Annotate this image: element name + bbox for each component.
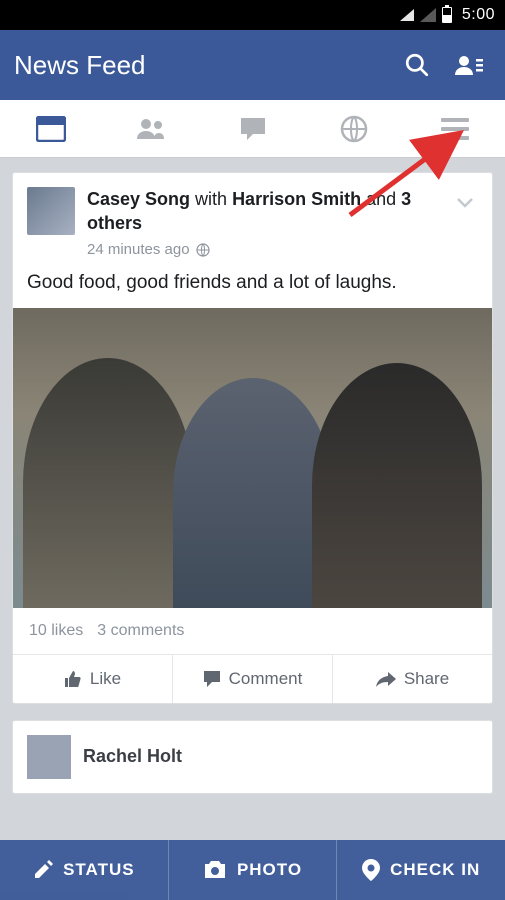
tab-friends[interactable] (101, 100, 202, 157)
post-card: Casey Song with Harrison Smith and 3 oth… (12, 172, 493, 704)
post-text: Good food, good friends and a lot of lau… (13, 268, 492, 308)
friend-requests-button[interactable] (447, 43, 491, 87)
comment-icon (203, 670, 221, 688)
camera-icon (203, 860, 227, 880)
wifi-icon (400, 9, 414, 21)
post-stats[interactable]: 10 likes 3 comments (13, 608, 492, 654)
tagged-name[interactable]: Harrison Smith (232, 189, 361, 209)
friend-requests-icon (454, 52, 484, 78)
composer-bar: STATUS PHOTO CHECK IN (0, 840, 505, 900)
feed-icon (36, 116, 66, 142)
messages-icon (239, 116, 267, 142)
likes-count[interactable]: 10 likes (29, 622, 83, 640)
comment-button[interactable]: Comment (172, 655, 332, 703)
post-menu-button[interactable] (452, 187, 478, 260)
app-bar: News Feed (0, 30, 505, 100)
author-name[interactable]: Rachel Holt (83, 746, 182, 767)
post-card: Rachel Holt (12, 720, 493, 794)
privacy-public-icon (196, 243, 210, 257)
device-status-bar: 5:00 (0, 0, 505, 30)
tab-notifications[interactable] (303, 100, 404, 157)
author-avatar[interactable] (27, 735, 71, 779)
author-name[interactable]: Casey Song (87, 189, 190, 209)
chevron-down-icon (456, 197, 474, 209)
compose-checkin-button[interactable]: CHECK IN (336, 840, 505, 900)
page-title: News Feed (14, 50, 387, 81)
search-button[interactable] (395, 43, 439, 87)
author-avatar[interactable] (27, 187, 75, 235)
compose-status-button[interactable]: STATUS (0, 840, 168, 900)
globe-icon (340, 115, 368, 143)
compose-photo-button[interactable]: PHOTO (168, 840, 337, 900)
post-actions: Like Comment Share (13, 654, 492, 703)
post-byline[interactable]: Casey Song with Harrison Smith and 3 oth… (87, 187, 452, 236)
tab-news-feed[interactable] (0, 100, 101, 157)
like-button[interactable]: Like (13, 655, 172, 703)
clock-time: 5:00 (462, 6, 495, 24)
battery-icon (442, 7, 452, 23)
comments-count[interactable]: 3 comments (97, 622, 184, 640)
location-pin-icon (362, 859, 380, 881)
search-icon (404, 52, 430, 78)
share-icon (376, 671, 396, 687)
post-header: Casey Song with Harrison Smith and 3 oth… (13, 173, 492, 268)
cell-signal-icon (420, 8, 436, 22)
hamburger-icon (441, 118, 469, 140)
tab-messages[interactable] (202, 100, 303, 157)
tab-bar (0, 100, 505, 158)
post-photo[interactable] (13, 308, 492, 608)
like-icon (64, 670, 82, 688)
share-button[interactable]: Share (332, 655, 492, 703)
news-feed[interactable]: Casey Song with Harrison Smith and 3 oth… (0, 158, 505, 900)
friends-icon (135, 117, 169, 141)
post-timestamp: 24 minutes ago (87, 240, 190, 260)
pencil-icon (33, 860, 53, 880)
tab-menu[interactable] (404, 100, 505, 157)
